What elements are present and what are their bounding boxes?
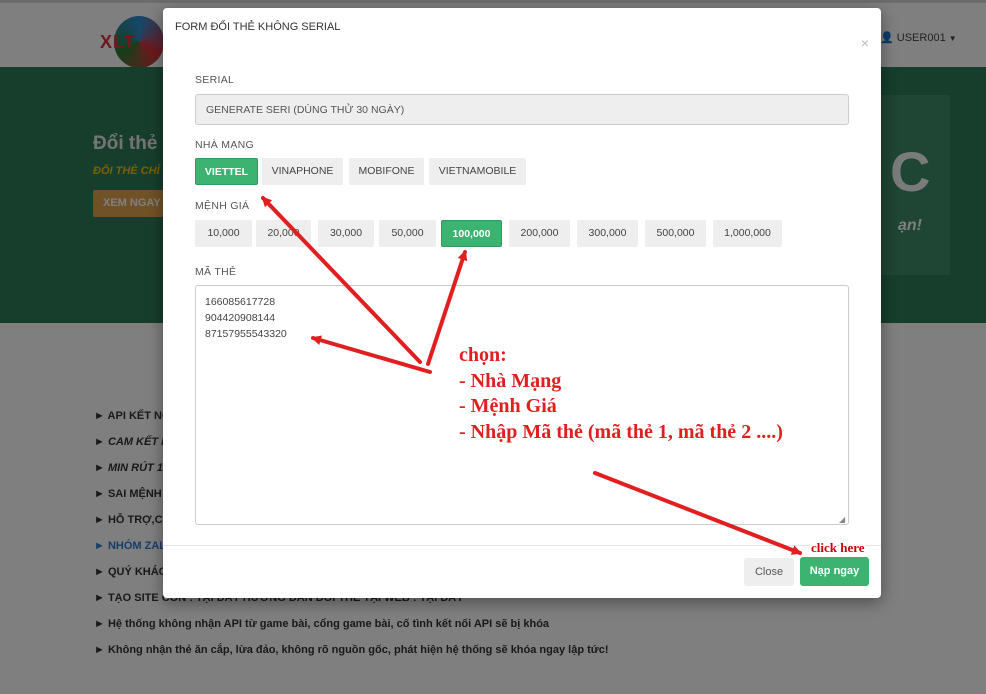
- code-label: MÃ THẺ: [195, 266, 237, 278]
- modal-title: FORM ĐỔI THẺ KHÔNG SERIAL: [175, 21, 341, 33]
- modal-footer-divider: [163, 545, 881, 546]
- amount-option-1000000[interactable]: 1,000,000: [713, 220, 782, 247]
- click-here-annotation: click here: [811, 540, 865, 555]
- network-option-viettel[interactable]: VIETTEL: [195, 158, 258, 185]
- amount-option-500000[interactable]: 500,000: [645, 220, 706, 247]
- instruction-line: - Nhà Mạng: [459, 369, 562, 392]
- network-option-vietnamobile[interactable]: VIETNAMOBILE: [429, 158, 526, 185]
- close-button[interactable]: Close: [744, 558, 794, 586]
- card-exchange-modal: FORM ĐỔI THẺ KHÔNG SERIAL × SERIAL GENER…: [163, 8, 881, 598]
- amount-option-100000[interactable]: 100,000: [441, 220, 502, 247]
- network-option-vinaphone[interactable]: VINAPHONE: [262, 158, 343, 185]
- serial-label: SERIAL: [195, 74, 235, 86]
- amount-option-20000[interactable]: 20,000: [256, 220, 311, 247]
- instruction-line: chọn:: [459, 344, 507, 366]
- submit-button[interactable]: Nạp ngay: [800, 557, 869, 586]
- amount-option-10000[interactable]: 10,000: [195, 220, 252, 247]
- amount-option-200000[interactable]: 200,000: [509, 220, 570, 247]
- instruction-line: - Nhập Mã thẻ (mã thẻ 1, mã thẻ 2 ....): [459, 420, 783, 443]
- resize-grip-icon[interactable]: ◢: [839, 515, 845, 524]
- serial-field[interactable]: GENERATE SERI (DÙNG THỬ 30 NGÀY): [195, 94, 849, 125]
- instruction-line: - Mệnh Giá: [459, 395, 557, 417]
- amount-option-50000[interactable]: 50,000: [379, 220, 436, 247]
- amount-option-300000[interactable]: 300,000: [577, 220, 638, 247]
- network-label: NHÀ MẠNG: [195, 139, 254, 151]
- amount-option-30000[interactable]: 30,000: [318, 220, 374, 247]
- network-option-mobifone[interactable]: MOBIFONE: [349, 158, 424, 185]
- instruction-annotation: chọn: - Nhà Mạng - Mệnh Giá - Nhập Mã th…: [459, 343, 783, 445]
- amount-label: MỆNH GIÁ: [195, 200, 250, 212]
- close-icon[interactable]: ×: [861, 35, 869, 51]
